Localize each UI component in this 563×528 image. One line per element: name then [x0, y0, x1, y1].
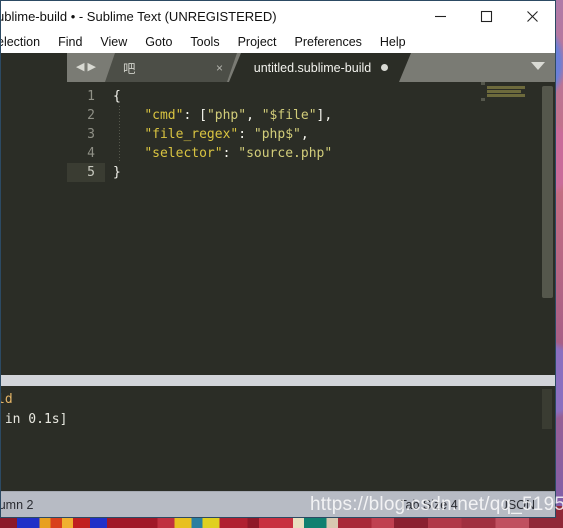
tab-dirty-dot-icon — [381, 64, 388, 71]
code-token-punct: : [ — [183, 108, 207, 123]
status-tab-size[interactable]: Tab Size 4 — [399, 498, 457, 512]
code-token-string: "php" — [206, 108, 247, 123]
status-cursor-position: olumn 2 — [0, 497, 34, 512]
code-token-punct: : — [222, 146, 239, 161]
code-token-punct — [113, 108, 144, 123]
code-editor[interactable]: 1 2 3 4 5 { "cmd": ["php", "$file"], "fi… — [67, 82, 555, 375]
window-controls — [417, 1, 555, 31]
menubar: election Find View Goto Tools Project Pr… — [1, 31, 555, 53]
code-token-punct — [113, 146, 144, 161]
tab-nav-arrows[interactable]: ◀ ▶ — [67, 53, 105, 82]
tab-label: untitled.sublime-build — [253, 60, 372, 75]
tab-next-icon[interactable]: ▶ — [88, 62, 96, 73]
build-output-panel[interactable]: ld in 0.1s] — [1, 386, 555, 493]
chevron-down-icon[interactable] — [531, 62, 545, 70]
sublime-text-window: ublime-build • - Sublime Text (UNREGISTE… — [0, 0, 556, 518]
line-number: 1 — [87, 89, 95, 104]
menu-item-project[interactable]: Project — [229, 31, 286, 53]
code-token-string: "source.php" — [238, 146, 333, 161]
code-token-punct: } — [113, 165, 121, 180]
code-token-punct: , — [246, 108, 262, 123]
tab-inactive[interactable]: 吧 × — [105, 53, 237, 82]
code-token-punct: ], — [316, 108, 333, 123]
menu-item-preferences[interactable]: Preferences — [286, 31, 371, 53]
menu-item-find[interactable]: Find — [49, 31, 91, 53]
status-right-group: Tab Size 4 JSON — [399, 498, 535, 512]
code-token-punct — [113, 127, 144, 142]
code-token-punct: { — [113, 89, 121, 104]
code-token-punct: : — [238, 127, 254, 142]
code-token-string: "$file" — [261, 108, 317, 123]
code-token-punct: , — [300, 127, 309, 142]
build-panel-scrollbar-thumb[interactable] — [542, 389, 552, 429]
statusbar: olumn 2 Tab Size 4 JSON — [0, 491, 555, 517]
tab-untitled-sublime-build[interactable]: untitled.sublime-build — [229, 53, 411, 82]
menu-item-help[interactable]: Help — [371, 31, 415, 53]
minimize-icon[interactable] — [417, 1, 463, 31]
minimap[interactable] — [477, 82, 539, 375]
minimap-line — [481, 98, 539, 102]
window-title: ublime-build • - Sublime Text (UNREGISTE… — [0, 8, 277, 24]
close-icon[interactable] — [509, 1, 555, 31]
menu-item-tools[interactable]: Tools — [181, 31, 228, 53]
editor-scrollbar-thumb[interactable] — [542, 86, 553, 298]
menu-item-selection[interactable]: election — [1, 31, 49, 53]
menu-item-view[interactable]: View — [91, 31, 136, 53]
editor-workspace: ◀ ▶ 吧 × untitled.sublime-build 1 2 3 4 5… — [67, 53, 555, 375]
tab-label: 吧 — [123, 62, 136, 76]
line-number-gutter: 1 2 3 4 5 — [67, 82, 105, 375]
code-token-string: "php$" — [253, 127, 301, 142]
menu-item-goto[interactable]: Goto — [136, 31, 181, 53]
tab-prev-icon[interactable]: ◀ — [76, 62, 84, 73]
tab-close-icon[interactable]: × — [216, 61, 223, 75]
line-number: 3 — [87, 127, 95, 142]
line-number: 4 — [87, 146, 95, 161]
panel-divider[interactable] — [1, 375, 555, 386]
code-token-key: "file_regex" — [144, 127, 239, 142]
tabbar: ◀ ▶ 吧 × untitled.sublime-build — [67, 53, 555, 82]
code-token-key: "selector" — [144, 146, 223, 161]
line-number-current: 5 — [67, 163, 105, 182]
line-number: 2 — [87, 108, 95, 123]
screen: blime-build ublime-build • - Sublime Tex… — [0, 0, 563, 528]
build-output-line: ld — [1, 392, 13, 407]
status-syntax[interactable]: JSON — [502, 498, 535, 512]
titlebar[interactable]: ublime-build • - Sublime Text (UNREGISTE… — [1, 1, 555, 31]
build-output-line: in 0.1s] — [1, 412, 68, 427]
code-token-key: "cmd" — [144, 108, 184, 123]
maximize-icon[interactable] — [463, 1, 509, 31]
